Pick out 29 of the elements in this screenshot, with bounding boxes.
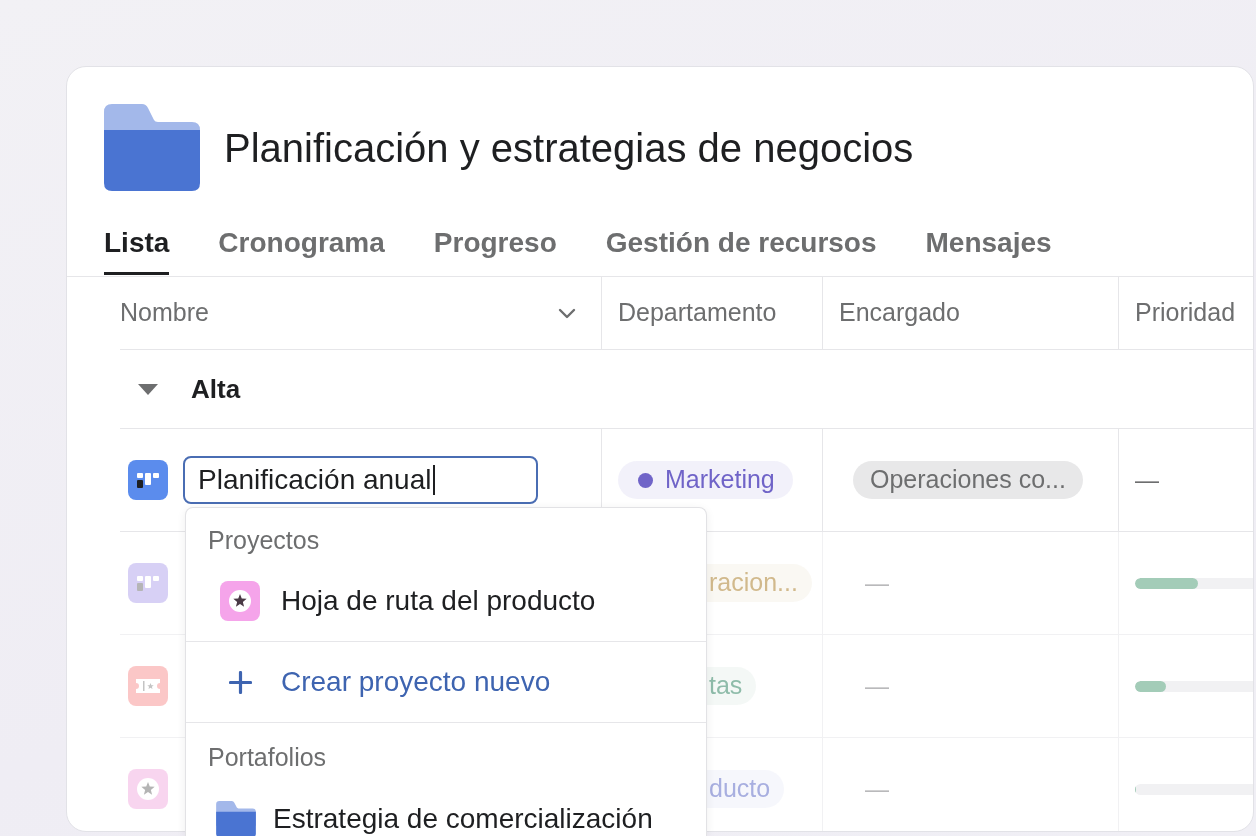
menu-item[interactable]: Hoja de ruta del producto xyxy=(186,564,706,641)
tab[interactable]: Gestión de recursos xyxy=(605,226,877,275)
plus-icon xyxy=(229,670,252,694)
column-header: Nombre xyxy=(120,297,209,329)
tab[interactable]: Mensajes xyxy=(925,226,1052,275)
group-label: Alta xyxy=(191,372,241,406)
empty-value: — xyxy=(1135,465,1159,495)
tab[interactable]: Lista xyxy=(104,226,170,275)
column-header: Departamento xyxy=(618,297,777,329)
empty-value: — xyxy=(865,568,889,598)
project-title: Planificación y estrategias de negocios xyxy=(224,124,914,172)
tab[interactable]: Cronograma xyxy=(218,226,385,275)
section-header: Portafolios xyxy=(208,743,327,771)
name-input-field[interactable]: Planificación anual xyxy=(183,456,538,504)
empty-value: — xyxy=(865,671,889,701)
empty-value: — xyxy=(865,774,889,804)
assignee-tag[interactable]: Operaciones co... xyxy=(853,461,1083,499)
column-header: Prioridad xyxy=(1135,297,1236,329)
text-cursor-icon xyxy=(432,465,435,495)
tab[interactable]: Progreso xyxy=(433,226,557,275)
department-tag[interactable]: Marketing xyxy=(618,461,793,499)
folder-icon xyxy=(104,104,200,191)
folder-icon xyxy=(216,801,256,836)
column-header: Encargado xyxy=(839,297,960,329)
chevron-down-icon[interactable] xyxy=(558,307,576,319)
section-header: Proyectos xyxy=(208,526,320,554)
menu-item[interactable]: Estrategia de comercialización xyxy=(186,781,706,836)
caret-down-icon[interactable] xyxy=(138,383,158,395)
create-project-button[interactable]: Crear proyecto nuevo xyxy=(186,641,706,722)
